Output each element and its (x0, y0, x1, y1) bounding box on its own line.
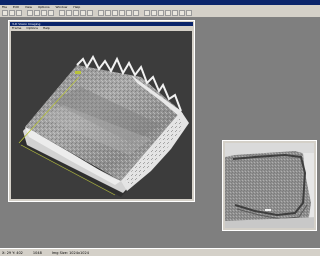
profile-icon[interactable] (144, 10, 150, 16)
window-menu-frame[interactable]: Frame (12, 26, 21, 30)
status-coordinates: X: 29 Y: 402 (2, 250, 23, 255)
histogram-icon[interactable] (98, 10, 104, 16)
surface-3d-window-menu: Frame Options Help (10, 26, 193, 30)
image-2d-render (225, 143, 314, 228)
zoom-in-icon[interactable] (59, 10, 65, 16)
new-icon[interactable] (2, 10, 8, 16)
measure-icon[interactable] (87, 10, 93, 16)
color-map-icon[interactable] (119, 10, 125, 16)
toolbar-separator (140, 10, 143, 17)
grid-icon[interactable] (151, 10, 157, 16)
status-bar: X: 29 Y: 402 1048 Img Size: 1024x1024 (0, 248, 320, 256)
toolbar-separator (23, 10, 26, 17)
zoom-out-icon[interactable] (66, 10, 72, 16)
copy-icon[interactable] (34, 10, 40, 16)
window-menu-options[interactable]: Options (26, 26, 38, 30)
surface-3d-window[interactable]: 3-D Vision Imaging Frame Options Help (8, 20, 195, 202)
image-2d-viewport[interactable] (225, 143, 314, 228)
surface-3d-viewport[interactable] (11, 31, 192, 199)
pan-icon[interactable] (73, 10, 79, 16)
status-image-size: Img Size: 1024x1024 (51, 250, 89, 255)
window-menu-help[interactable]: Help (43, 26, 50, 30)
rotate-icon[interactable] (126, 10, 132, 16)
window-icon[interactable] (172, 10, 178, 16)
toolbar-separator (94, 10, 97, 17)
application-window: File Edit View Options Window Help 3-D V… (0, 0, 320, 256)
paste-icon[interactable] (41, 10, 47, 16)
flip-icon[interactable] (133, 10, 139, 16)
info-icon[interactable] (179, 10, 185, 16)
image-2d-window[interactable] (222, 140, 317, 231)
3d-view-icon[interactable] (112, 10, 118, 16)
main-toolbar (0, 9, 320, 18)
surface-3d-render (18, 54, 189, 197)
help-icon[interactable] (186, 10, 192, 16)
open-icon[interactable] (9, 10, 15, 16)
export-icon[interactable] (158, 10, 164, 16)
settings-icon[interactable] (165, 10, 171, 16)
toolbar-separator (55, 10, 58, 17)
save-icon[interactable] (16, 10, 22, 16)
print-icon[interactable] (48, 10, 54, 16)
filter-icon[interactable] (105, 10, 111, 16)
cut-icon[interactable] (27, 10, 33, 16)
status-pixel-value: 1048 (32, 250, 42, 255)
select-icon[interactable] (80, 10, 86, 16)
